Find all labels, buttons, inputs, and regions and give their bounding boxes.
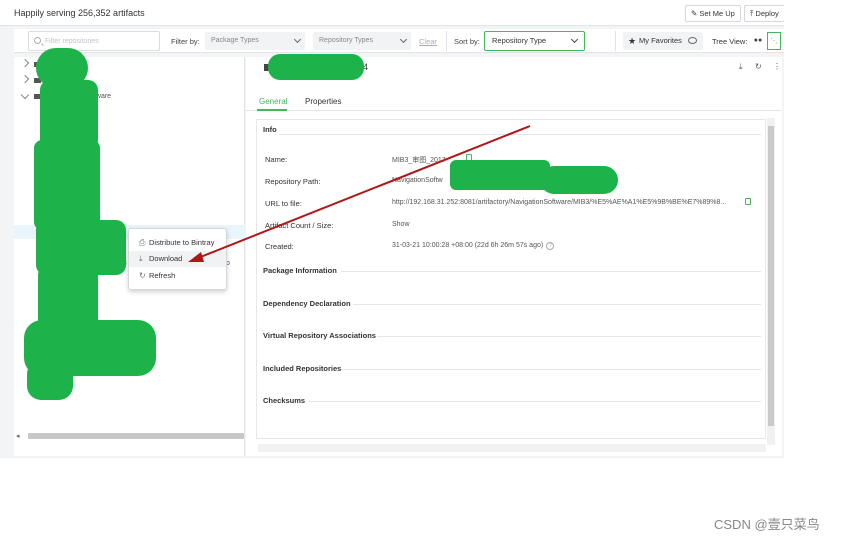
watermark-text: CSDN @壹只菜鸟	[714, 517, 820, 532]
arrow-shaft	[197, 125, 531, 259]
arrow-head	[188, 252, 204, 262]
annotation-arrow	[188, 125, 531, 262]
